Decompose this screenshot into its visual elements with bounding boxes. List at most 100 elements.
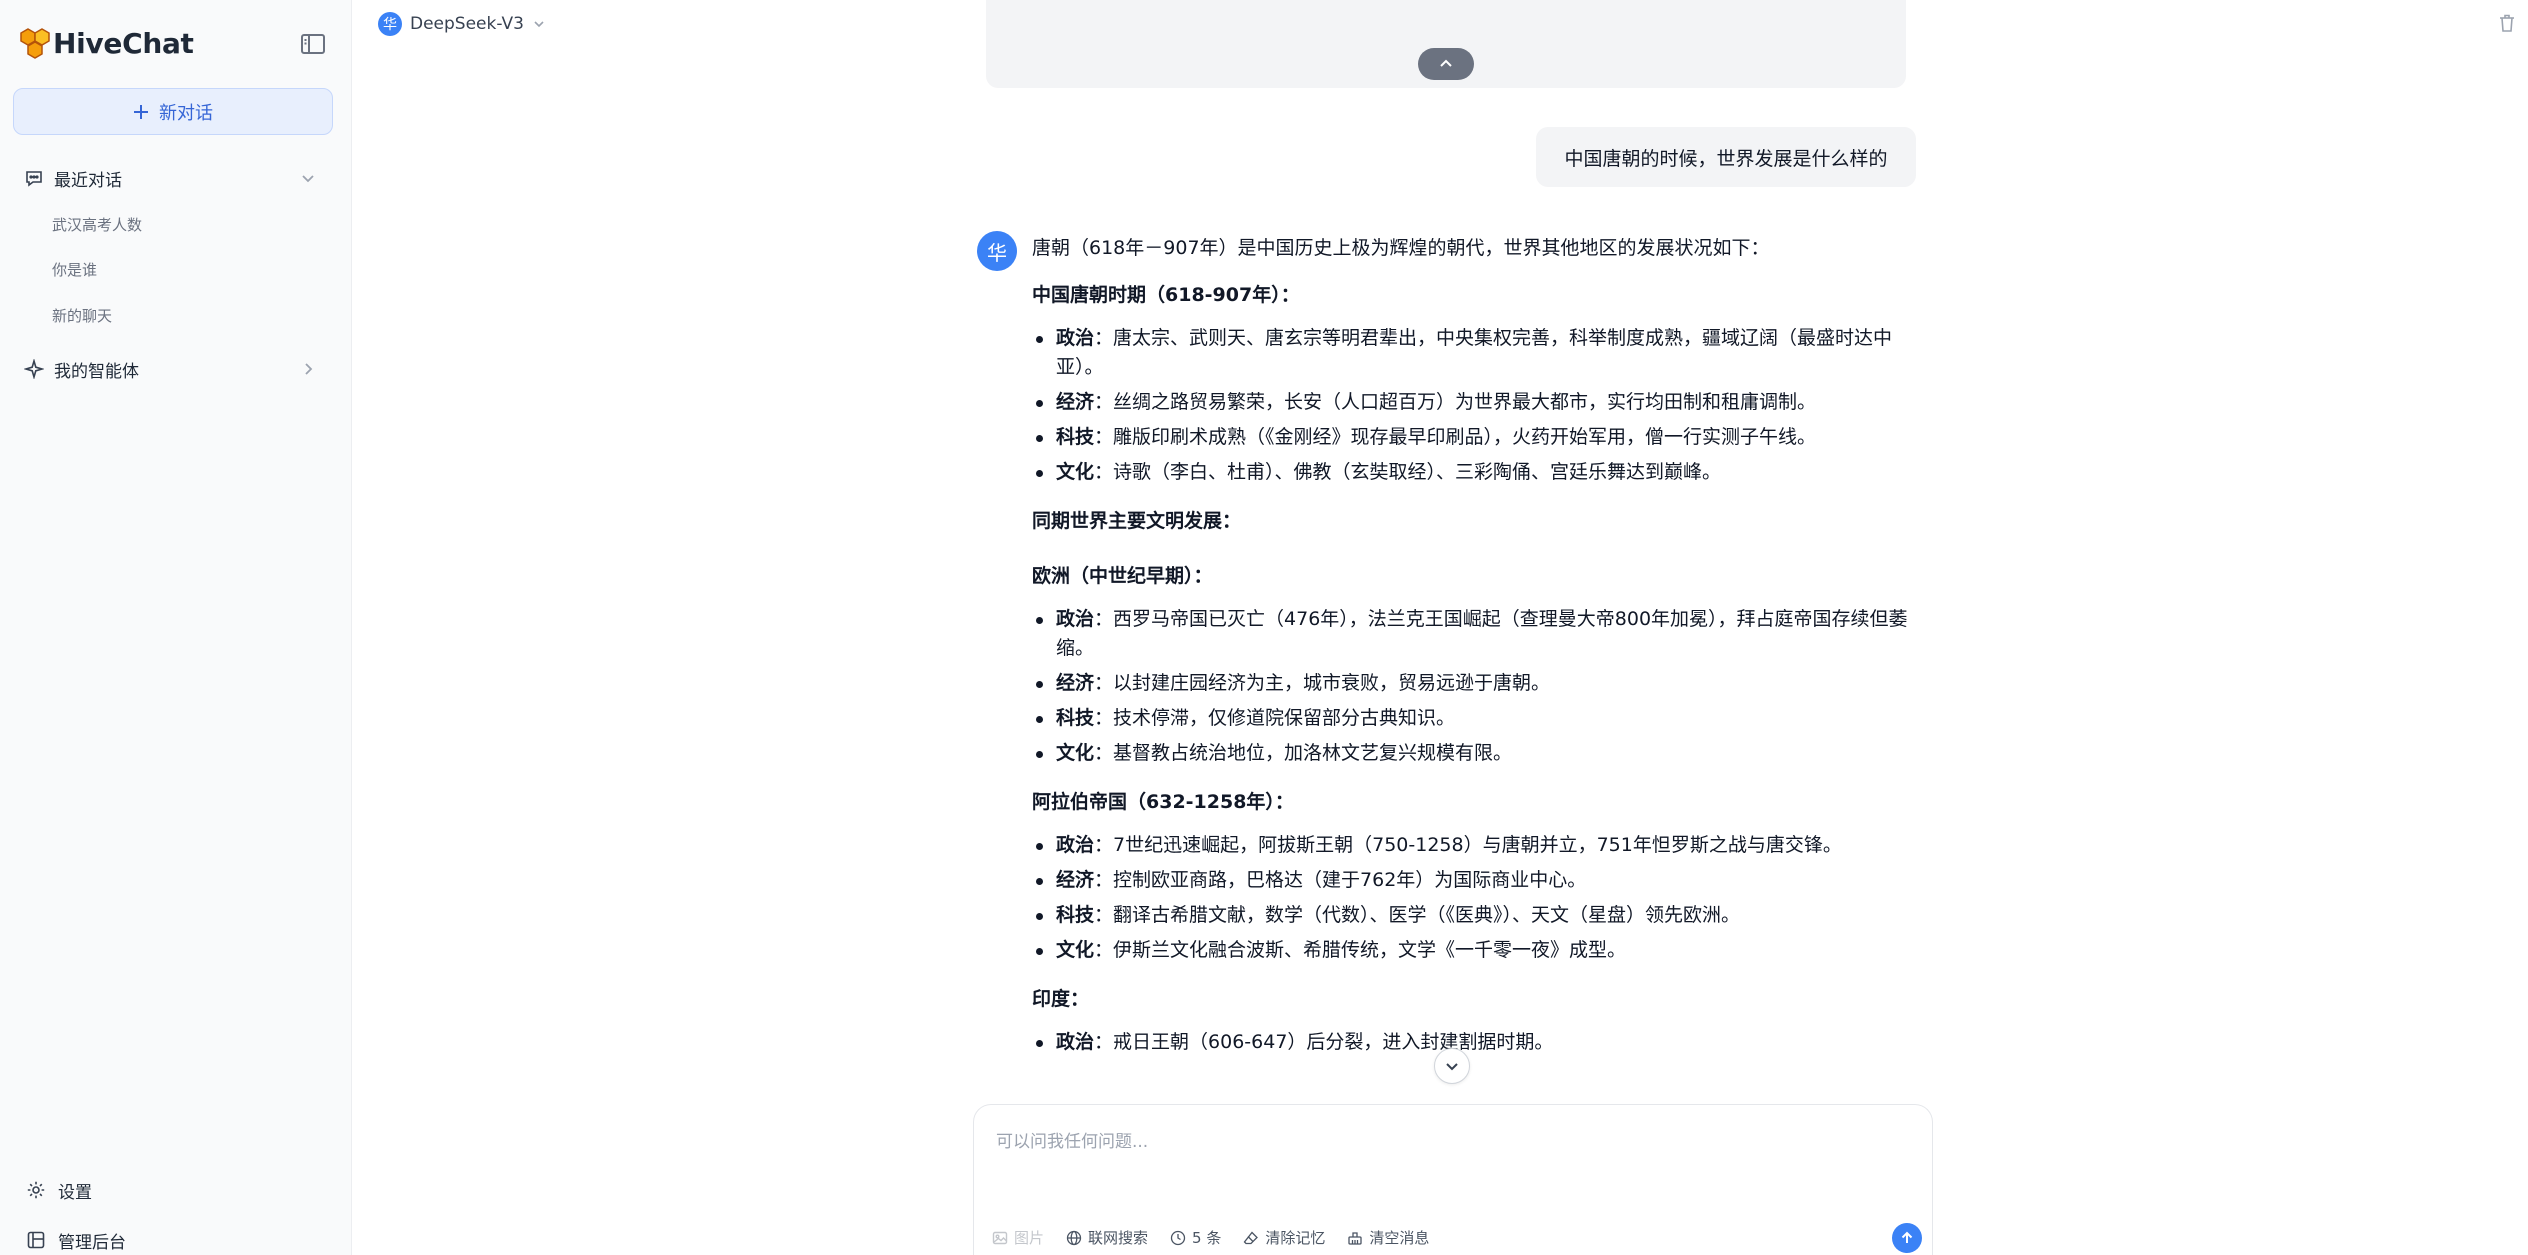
list-item: 政治：唐太宗、武则天、唐玄宗等明君辈出，中央集权完善，科举制度成熟，疆域辽阔（最… bbox=[1032, 324, 1922, 382]
item-text: ：丝绸之路贸易繁荣，长安（人口超百万）为世界最大都市，实行均田制和租庸调制。 bbox=[1094, 391, 1817, 413]
item-label: 文化 bbox=[1056, 461, 1095, 483]
image-button[interactable]: 图片 bbox=[992, 1227, 1044, 1248]
item-label: 政治 bbox=[1056, 1031, 1095, 1053]
message-composer: 图片 联网搜索 5 条 清除记忆 bbox=[973, 1104, 1933, 1255]
web-search-button[interactable]: 联网搜索 bbox=[1066, 1227, 1148, 1248]
item-label: 经济 bbox=[1056, 391, 1095, 413]
gear-icon bbox=[27, 1181, 45, 1199]
clear-messages-button[interactable]: 清空消息 bbox=[1347, 1227, 1429, 1248]
plus-icon bbox=[134, 104, 148, 119]
dashboard-icon bbox=[27, 1231, 45, 1249]
app-name: HiveChat bbox=[53, 27, 194, 60]
item-text: ：7世纪迅速崛起，阿拔斯王朝（750-1258）与唐朝并立，751年怛罗斯之战与… bbox=[1094, 834, 1842, 856]
list-item: 政治：7世纪迅速崛起，阿拔斯王朝（750-1258）与唐朝并立，751年怛罗斯之… bbox=[1032, 831, 1922, 860]
clear-memory-button[interactable]: 清除记忆 bbox=[1243, 1227, 1325, 1248]
history-count-label: 5 条 bbox=[1192, 1229, 1222, 1247]
item-text: ：以封建庄园经济为主，城市衰败，贸易远逊于唐朝。 bbox=[1094, 672, 1551, 694]
new-chat-button[interactable]: 新对话 bbox=[13, 88, 333, 135]
list-item: 文化：基督教占统治地位，加洛林文艺复兴规模有限。 bbox=[1032, 739, 1922, 768]
item-label: 经济 bbox=[1056, 869, 1095, 891]
list-item: 文化：伊斯兰文化融合波斯、希腊传统，文学《一千零一夜》成型。 bbox=[1032, 936, 1922, 965]
image-label: 图片 bbox=[1014, 1229, 1045, 1247]
send-button[interactable] bbox=[1892, 1223, 1922, 1253]
admin-label: 管理后台 bbox=[58, 1232, 126, 1253]
item-label: 文化 bbox=[1056, 742, 1095, 764]
item-text: ：技术停滞，仅修道院保留部分古典知识。 bbox=[1094, 707, 1456, 729]
model-badge: 华 bbox=[378, 12, 402, 36]
answer-intro: 唐朝（618年－907年）是中国历史上极为辉煌的朝代，世界其他地区的发展状况如下… bbox=[1032, 237, 1770, 259]
admin-button[interactable]: 管理后台 bbox=[26, 1225, 126, 1255]
list-item: 科技：技术停滞，仅修道院保留部分古典知识。 bbox=[1032, 704, 1922, 733]
ai-answer: 唐朝（618年－907年）是中国历史上极为辉煌的朝代，世界其他地区的发展状况如下… bbox=[1032, 230, 1922, 1100]
eraser-icon bbox=[1243, 1231, 1259, 1244]
history-item[interactable]: 武汉高考人数 bbox=[52, 213, 142, 237]
settings-label: 设置 bbox=[58, 1182, 92, 1203]
section-heading: 印度： bbox=[1032, 988, 1090, 1010]
item-text: ：西罗马帝国已灭亡（476年），法兰克王国崛起（查理曼大帝800年加冕），拜占庭… bbox=[1056, 608, 1908, 659]
section-heading: 同期世界主要文明发展： bbox=[1032, 510, 1242, 532]
message-input[interactable] bbox=[994, 1125, 1894, 1185]
trash-icon[interactable] bbox=[2498, 13, 2516, 33]
list-item: 经济：丝绸之路贸易繁荣，长安（人口超百万）为世界最大都市，实行均田制和租庸调制。 bbox=[1032, 388, 1922, 417]
bullet-list: 政治：戒日王朝（606-647）后分裂，进入封建割据时期。 bbox=[1032, 1028, 1922, 1057]
sparkle-icon bbox=[24, 359, 44, 379]
item-label: 科技 bbox=[1056, 707, 1095, 729]
new-chat-label: 新对话 bbox=[159, 102, 213, 124]
list-item: 政治：戒日王朝（606-647）后分裂，进入封建割据时期。 bbox=[1032, 1028, 1922, 1057]
item-text: ：伊斯兰文化融合波斯、希腊传统，文学《一千零一夜》成型。 bbox=[1094, 939, 1627, 961]
item-label: 政治 bbox=[1056, 327, 1095, 349]
item-text: ：基督教占统治地位，加洛林文艺复兴规模有限。 bbox=[1094, 742, 1513, 764]
broom-icon bbox=[1348, 1231, 1363, 1245]
chevron-up-icon bbox=[1440, 59, 1452, 67]
ai-avatar: 华 bbox=[977, 231, 1017, 271]
my-agents-label: 我的智能体 bbox=[54, 361, 139, 382]
list-item: 政治：西罗马帝国已灭亡（476年），法兰克王国崛起（查理曼大帝800年加冕），拜… bbox=[1032, 605, 1922, 663]
section-heading: 阿拉伯帝国（632-1258年）： bbox=[1032, 791, 1294, 813]
chevron-down-icon bbox=[534, 21, 544, 28]
clock-icon bbox=[1170, 1230, 1186, 1245]
item-label: 政治 bbox=[1056, 608, 1095, 630]
history-count-button[interactable]: 5 条 bbox=[1170, 1227, 1221, 1248]
item-text: ：唐太宗、武则天、唐玄宗等明君辈出，中央集权完善，科举制度成熟，疆域辽阔（最盛时… bbox=[1056, 327, 1893, 378]
scroll-to-bottom-button[interactable] bbox=[1434, 1048, 1470, 1084]
composer-toolbar: 图片 联网搜索 5 条 清除记忆 清空消息 bbox=[992, 1227, 1429, 1248]
settings-button[interactable]: 设置 bbox=[26, 1175, 92, 1205]
item-text: ：诗歌（李白、杜甫）、佛教（玄奘取经）、三彩陶俑、宫廷乐舞达到巅峰。 bbox=[1094, 461, 1722, 483]
list-item: 科技：翻译古希腊文献，数学（代数）、医学（《医典》）、天文（星盘）领先欧洲。 bbox=[1032, 901, 1922, 930]
list-item: 科技：雕版印刷术成熟（《金刚经》现存最早印刷品），火药开始军用，僧一行实测子午线… bbox=[1032, 423, 1922, 452]
chevron-down-icon bbox=[1446, 1063, 1458, 1071]
chevron-right-icon bbox=[305, 363, 313, 375]
bullet-list: 政治：西罗马帝国已灭亡（476年），法兰克王国崛起（查理曼大帝800年加冕），拜… bbox=[1032, 605, 1922, 768]
section-heading: 欧洲（中世纪早期）： bbox=[1032, 565, 1213, 587]
user-message: 中国唐朝的时候，世界发展是什么样的 bbox=[1536, 127, 1916, 187]
item-text: ：戒日王朝（606-647）后分裂，进入封建割据时期。 bbox=[1094, 1031, 1554, 1053]
item-label: 科技 bbox=[1056, 426, 1095, 448]
bullet-list: 政治：7世纪迅速崛起，阿拔斯王朝（750-1258）与唐朝并立，751年怛罗斯之… bbox=[1032, 831, 1922, 965]
hive-logo-icon bbox=[20, 28, 50, 59]
item-label: 经济 bbox=[1056, 672, 1095, 694]
sidebar-toggle-icon[interactable] bbox=[300, 32, 326, 56]
item-text: ：雕版印刷术成熟（《金刚经》现存最早印刷品），火药开始军用，僧一行实测子午线。 bbox=[1094, 426, 1817, 448]
list-item: 经济：以封建庄园经济为主，城市衰败，贸易远逊于唐朝。 bbox=[1032, 669, 1922, 698]
image-icon bbox=[992, 1231, 1008, 1244]
arrow-up-icon bbox=[1901, 1231, 1913, 1243]
list-item: 文化：诗歌（李白、杜甫）、佛教（玄奘取经）、三彩陶俑、宫廷乐舞达到巅峰。 bbox=[1032, 458, 1922, 487]
item-label: 文化 bbox=[1056, 939, 1095, 961]
sidebar: HiveChat 新对话 最近对话 武汉高考人数 你是谁 新的聊天 我的智能体 bbox=[0, 0, 352, 1255]
my-agents-header[interactable]: 我的智能体 bbox=[24, 351, 324, 387]
chevron-down-icon bbox=[302, 175, 314, 183]
list-item: 经济：控制欧亚商路，巴格达（建于762年）为国际商业中心。 bbox=[1032, 866, 1922, 895]
model-selector[interactable]: 华 DeepSeek-V3 bbox=[378, 10, 546, 38]
item-label: 科技 bbox=[1056, 904, 1095, 926]
collapse-button[interactable] bbox=[1418, 48, 1474, 80]
model-name: DeepSeek-V3 bbox=[410, 14, 524, 34]
item-label: 政治 bbox=[1056, 834, 1095, 856]
history-item[interactable]: 新的聊天 bbox=[52, 304, 112, 328]
web-search-label: 联网搜索 bbox=[1088, 1229, 1149, 1247]
history-item[interactable]: 你是谁 bbox=[52, 258, 97, 282]
item-text: ：翻译古希腊文献，数学（代数）、医学（《医典》）、天文（星盘）领先欧洲。 bbox=[1094, 904, 1741, 926]
globe-icon bbox=[1066, 1230, 1082, 1245]
recent-chats-header[interactable]: 最近对话 bbox=[24, 160, 324, 196]
recent-chats-label: 最近对话 bbox=[54, 170, 122, 191]
clear-memory-label: 清除记忆 bbox=[1265, 1229, 1326, 1247]
